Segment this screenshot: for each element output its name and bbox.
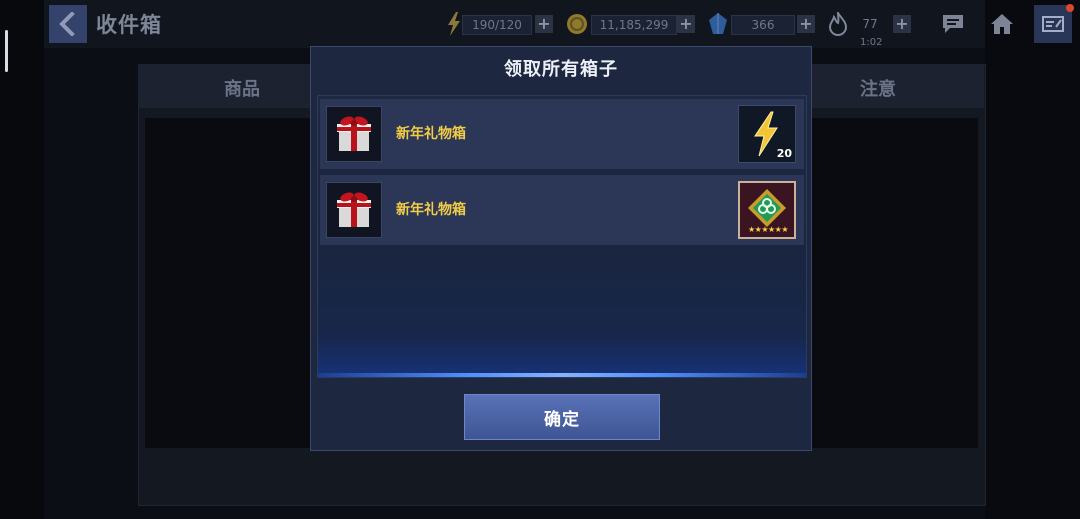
reward-list: 新年礼物箱 20 新年礼物箱 ★★★★★★ <box>317 95 807 378</box>
reward-row: 新年礼物箱 ★★★★★★ <box>320 175 804 245</box>
gift-box-icon <box>326 106 382 162</box>
reward-row: 新年礼物箱 20 <box>320 99 804 169</box>
flame-icon <box>826 12 850 36</box>
stamina-timer: 1:02 <box>860 37 883 48</box>
notes-icon <box>1042 16 1064 32</box>
gold-resource: 11,185,299 + <box>565 12 695 36</box>
left-edge <box>0 0 44 519</box>
claim-all-dialog: 领取所有箱子 新年礼物箱 20 新年礼物箱 ★★★★★★ 确定 <box>310 46 812 451</box>
crystal-resource: 366 + <box>707 12 817 36</box>
reward-count: 20 <box>776 147 792 160</box>
notification-dot <box>1066 4 1074 12</box>
home-button[interactable] <box>989 12 1015 36</box>
energy-resource: 190/120 + <box>444 12 554 36</box>
crystal-icon <box>707 12 729 36</box>
energy-bolt-icon <box>444 12 464 36</box>
right-edge <box>985 0 1080 519</box>
gold-coin-icon <box>565 12 589 36</box>
add-gold-button[interactable]: + <box>677 15 695 33</box>
add-stamina-button[interactable]: + <box>893 15 911 33</box>
chevron-left-icon <box>59 12 75 36</box>
energy-value: 190/120 <box>462 15 532 35</box>
add-crystal-button[interactable]: + <box>797 15 815 33</box>
left-edge-marker <box>5 30 8 72</box>
list-glow-divider <box>318 373 806 377</box>
home-icon <box>991 14 1013 34</box>
reward-item-label: 新年礼物箱 <box>396 202 466 218</box>
confirm-button[interactable]: 确定 <box>464 394 660 440</box>
gold-value: 11,185,299 <box>591 15 677 35</box>
stamina-value: 77 <box>862 17 878 31</box>
tab-notice[interactable]: 注意 <box>860 75 896 101</box>
star-rating: ★★★★★★ <box>747 225 789 234</box>
tab-items[interactable]: 商品 <box>224 75 260 101</box>
chat-icon <box>943 15 963 33</box>
reward-gem-badge: ★★★★★★ <box>738 181 796 239</box>
crystal-value: 366 <box>731 15 795 35</box>
gift-box-icon <box>326 182 382 238</box>
page-title: 收件箱 <box>96 13 162 37</box>
add-energy-button[interactable]: + <box>535 15 553 33</box>
stamina-resource: 77 + <box>826 12 916 36</box>
reward-energy: 20 <box>738 105 796 163</box>
back-button[interactable] <box>49 5 87 43</box>
reward-item-label: 新年礼物箱 <box>396 126 466 142</box>
chat-button[interactable] <box>940 12 966 36</box>
dialog-title: 领取所有箱子 <box>504 59 618 80</box>
